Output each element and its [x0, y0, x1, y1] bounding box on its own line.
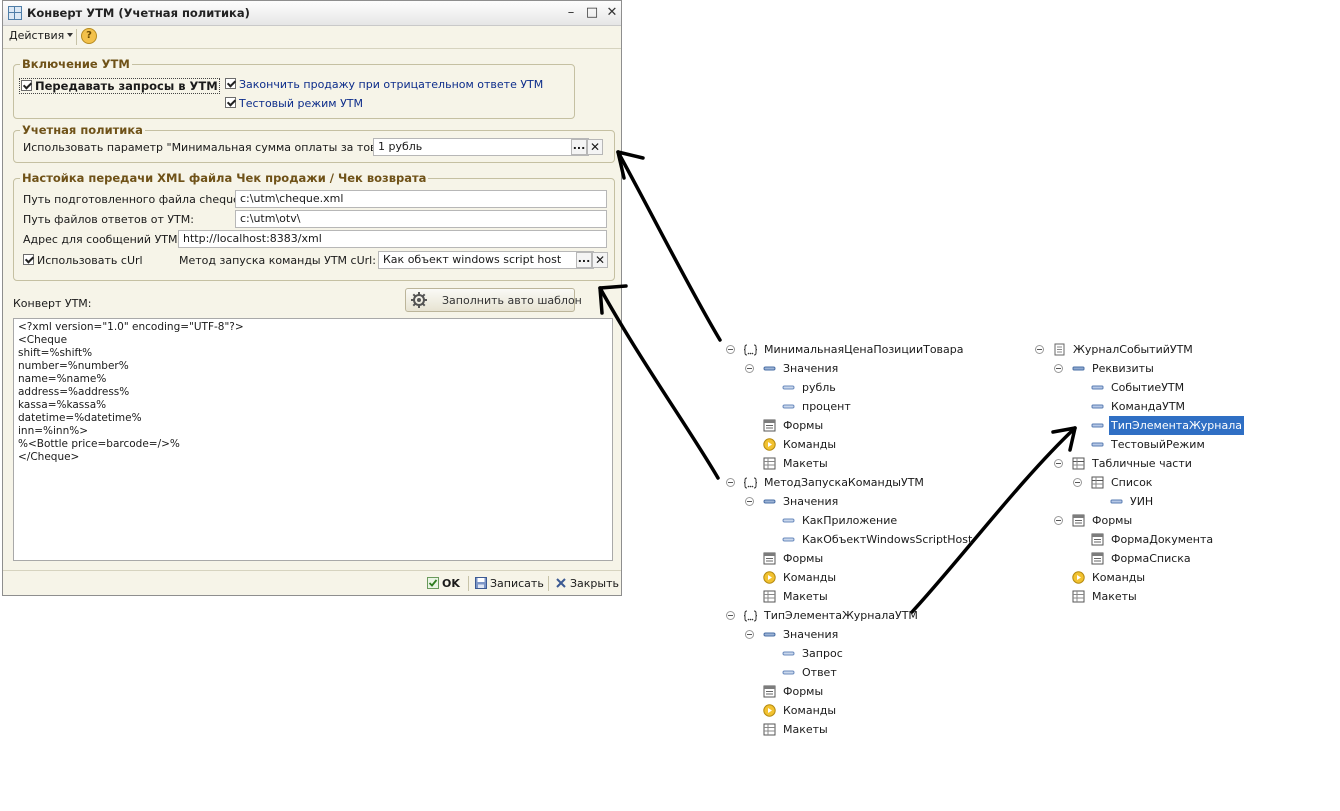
enum-icon: [744, 344, 757, 356]
tree-item-label: Макеты: [1092, 590, 1137, 603]
value-item-icon: [782, 404, 795, 409]
tree-item-label: Команды: [783, 571, 837, 584]
tree-item-label: Значения: [783, 628, 839, 641]
arrow-to-journal-attribute: [910, 426, 1077, 614]
tree-item-label: Значения: [783, 362, 839, 375]
tree-item-label: Формы: [783, 419, 824, 432]
tree-item-label: Макеты: [783, 723, 828, 736]
tree-item-label: КакОбъектWindowsScriptHost: [802, 533, 973, 546]
collapse-toggle-icon[interactable]: [1054, 516, 1063, 525]
tree-item-label: МетодЗапускаКомандыУТМ: [764, 476, 924, 489]
collapse-toggle-icon[interactable]: [726, 478, 735, 487]
tree-item-label: Команды: [783, 704, 837, 717]
tree-item-label: процент: [802, 400, 851, 413]
value-item-icon: [782, 670, 795, 675]
form-icon: [763, 552, 776, 565]
tree-item-label: ТестовыйРежим: [1111, 438, 1205, 451]
tree-item-label: Запрос: [802, 647, 843, 660]
collapse-toggle-icon[interactable]: [745, 497, 754, 506]
tree-item-label: СобытиеУТМ: [1111, 381, 1185, 394]
command-icon: [1072, 571, 1085, 584]
arrow-to-curl-field: [598, 286, 720, 480]
tree-item-label: Реквизиты: [1092, 362, 1154, 375]
tree-item-label: ЖурналСобытийУТМ: [1073, 343, 1193, 356]
tree-item-label: Формы: [783, 552, 824, 565]
values-icon: [763, 366, 776, 371]
form-icon: [1091, 533, 1104, 546]
tree-item-label: УИН: [1130, 495, 1154, 508]
tree-item-label: рубль: [802, 381, 836, 394]
attribute-icon: [1091, 404, 1104, 409]
tree-item-label: Команды: [783, 438, 837, 451]
tree-item-label: ТипЭлементаЖурналаУТМ: [764, 609, 918, 622]
tree-item-label: Формы: [1092, 514, 1133, 527]
command-icon: [763, 571, 776, 584]
tree-item-label: Макеты: [783, 590, 828, 603]
layout-icon: [763, 723, 776, 736]
value-item-icon: [782, 518, 795, 523]
attribute-icon: [1091, 423, 1104, 428]
form-icon: [763, 419, 776, 432]
tree-item-label: Табличные части: [1092, 457, 1192, 470]
enum-icon: [744, 610, 757, 622]
tree-item-label: Формы: [783, 685, 824, 698]
table-icon: [1091, 476, 1104, 489]
arrow-to-policy-field: [616, 150, 722, 342]
tree-item-label: Ответ: [802, 666, 837, 679]
value-item-icon: [782, 385, 795, 390]
form-icon: [1091, 552, 1104, 565]
value-item-icon: [782, 651, 795, 656]
collapse-toggle-icon[interactable]: [1073, 478, 1082, 487]
tree-item-label: МинимальнаяЦенаПозицииТовара: [764, 343, 964, 356]
enum-icon: [744, 477, 757, 489]
tree-item-label: ФормаСписка: [1111, 552, 1191, 565]
collapse-toggle-icon[interactable]: [1054, 364, 1063, 373]
values-icon: [763, 499, 776, 504]
command-icon: [763, 438, 776, 451]
layout-icon: [763, 590, 776, 603]
document-icon: [1054, 343, 1065, 356]
form-icon: [763, 685, 776, 698]
tree-item-label: Команды: [1092, 571, 1146, 584]
value-item-icon: [782, 537, 795, 542]
collapse-toggle-icon[interactable]: [726, 611, 735, 620]
layout-icon: [763, 457, 776, 470]
tree-item-label: Макеты: [783, 457, 828, 470]
attribute-icon: [1091, 385, 1104, 390]
collapse-toggle-icon[interactable]: [745, 630, 754, 639]
tree-item-label: Список: [1111, 476, 1153, 489]
tree-item-label: КомандаУТМ: [1111, 400, 1186, 413]
collapse-toggle-icon[interactable]: [1035, 345, 1044, 354]
collapse-toggle-icon[interactable]: [1054, 459, 1063, 468]
values-icon: [763, 632, 776, 637]
form-icon: [1072, 514, 1085, 527]
collapse-toggle-icon[interactable]: [745, 364, 754, 373]
tree-item-label: ТипЭлементаЖурнала: [1109, 416, 1244, 435]
attribute-icon: [1091, 442, 1104, 447]
tree-item-label: КакПриложение: [802, 514, 898, 527]
collapse-toggle-icon[interactable]: [726, 345, 735, 354]
attributes-icon: [1072, 366, 1085, 371]
command-icon: [763, 704, 776, 717]
tree-item-label: Значения: [783, 495, 839, 508]
tree-item-label: ФормаДокумента: [1111, 533, 1214, 546]
attribute-icon: [1110, 499, 1123, 504]
table-icon: [1072, 457, 1085, 470]
layout-icon: [1072, 590, 1085, 603]
